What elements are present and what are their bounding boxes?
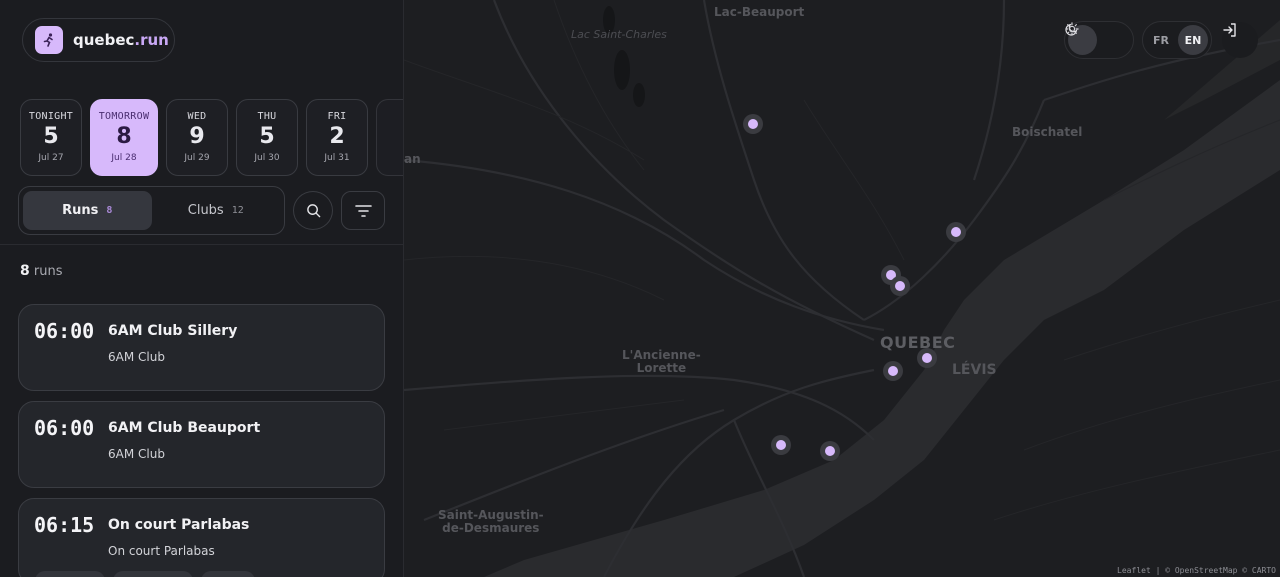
run-club: 6AM Club [108, 350, 165, 364]
run-map-marker[interactable] [771, 435, 791, 455]
day-run-count: 2 [329, 124, 345, 149]
day-date: Jul 31 [324, 153, 350, 163]
run-time: 06:00 [34, 416, 95, 440]
run-map-marker[interactable] [743, 114, 763, 134]
map-label-lac-beauport: Lac-Beauport [714, 5, 805, 19]
login-button[interactable] [1222, 22, 1258, 58]
search-button[interactable] [293, 191, 333, 230]
run-time: 06:15 [34, 513, 95, 537]
search-icon [306, 204, 320, 218]
day-label: TOMORROW [98, 111, 150, 122]
results-count: 8 runs [20, 263, 63, 279]
sidebar: quebec.run TONIGHT 5 Jul 27 TOMORROW 8 J… [0, 0, 404, 577]
run-map-marker[interactable] [946, 222, 966, 242]
sun-icon [1065, 22, 1079, 36]
day-thu[interactable]: THU 5 Jul 30 [236, 99, 298, 176]
tab-count: 8 [106, 205, 113, 216]
map-attribution[interactable]: Leaflet | © OpenStreetMap © CARTO [1117, 566, 1276, 575]
run-tag [35, 571, 105, 577]
map-label-boischatel: Boischatel [1012, 125, 1083, 139]
login-icon [1223, 23, 1236, 37]
run-card[interactable]: 06:00 6AM Club Beauport 6AM Club [18, 401, 385, 488]
day-date: Jul 29 [184, 153, 210, 163]
run-tag [201, 571, 255, 577]
map-label-quebec: QUEBEC [880, 333, 956, 352]
lang-en-button[interactable]: EN [1178, 25, 1208, 55]
divider [0, 244, 403, 245]
day-date: Jul 27 [38, 153, 64, 163]
day-run-count: 5 [43, 124, 59, 149]
day-label: WED [187, 111, 207, 122]
run-list: 06:00 6AM Club Sillery 6AM Club 06:00 6A… [18, 304, 385, 577]
day-selector: TONIGHT 5 Jul 27 TOMORROW 8 Jul 28 WED 9… [20, 99, 403, 176]
day-label: THU [257, 111, 277, 122]
day-run-count: 9 [189, 124, 205, 149]
map[interactable]: Lac-Beauport Lac Saint-Charles Boischate… [404, 0, 1280, 577]
filter-icon [354, 204, 372, 217]
map-label-ancienne-lorette: L'Ancienne- Lorette [622, 348, 701, 375]
day-wed[interactable]: WED 9 Jul 29 [166, 99, 228, 176]
run-name: 6AM Club Sillery [108, 323, 238, 339]
run-club: 6AM Club [108, 447, 165, 461]
tab-label: Clubs [187, 203, 224, 218]
map-label-levis: LÉVIS [952, 362, 997, 378]
map-label-lac-saint-charles: Lac Saint-Charles [571, 28, 667, 41]
tab-label: Runs [62, 203, 99, 218]
run-time: 06:00 [34, 319, 95, 343]
day-tomorrow[interactable]: TOMORROW 8 Jul 28 [90, 99, 158, 176]
tab-runs[interactable]: Runs 8 [23, 191, 152, 230]
map-label-saint-augustin: Saint-Augustin-de-Desmaures [438, 508, 544, 535]
day-fri[interactable]: FRI 2 Jul 31 [306, 99, 368, 176]
day-date: Jul 30 [254, 153, 280, 163]
map-tiles [404, 0, 1280, 577]
runner-logo-icon [35, 26, 63, 54]
theme-toggle [1064, 21, 1134, 59]
tab-clubs[interactable]: Clubs 12 [152, 191, 281, 230]
run-map-marker[interactable] [820, 441, 840, 461]
run-tags [35, 571, 255, 577]
run-map-marker[interactable] [890, 276, 910, 296]
run-tag [113, 571, 193, 577]
brand-name: quebec.run [73, 31, 169, 49]
run-map-marker[interactable] [883, 361, 903, 381]
day-run-count: 8 [116, 124, 132, 149]
tab-count: 12 [231, 205, 244, 216]
filter-button[interactable] [341, 191, 385, 230]
day-next-peek[interactable] [376, 99, 403, 176]
view-tabs: Runs 8 Clubs 12 [18, 186, 285, 235]
map-label-edge: an [404, 152, 421, 166]
day-label: TONIGHT [28, 111, 74, 122]
light-mode-button[interactable] [1065, 22, 1130, 55]
run-name: 6AM Club Beauport [108, 420, 261, 436]
day-tonight[interactable]: TONIGHT 5 Jul 27 [20, 99, 82, 176]
day-label: FRI [327, 111, 347, 122]
day-run-count: 5 [259, 124, 275, 149]
lang-fr-button[interactable]: FR [1146, 25, 1176, 55]
run-card[interactable]: 06:15 On court Parlabas On court Parlaba… [18, 498, 385, 577]
language-toggle: FR EN [1142, 21, 1212, 59]
run-club: On court Parlabas [108, 544, 215, 558]
run-map-marker[interactable] [917, 348, 937, 368]
day-date: Jul 28 [111, 153, 137, 163]
brand-link[interactable]: quebec.run [22, 18, 175, 62]
run-card[interactable]: 06:00 6AM Club Sillery 6AM Club [18, 304, 385, 391]
run-name: On court Parlabas [108, 517, 250, 533]
